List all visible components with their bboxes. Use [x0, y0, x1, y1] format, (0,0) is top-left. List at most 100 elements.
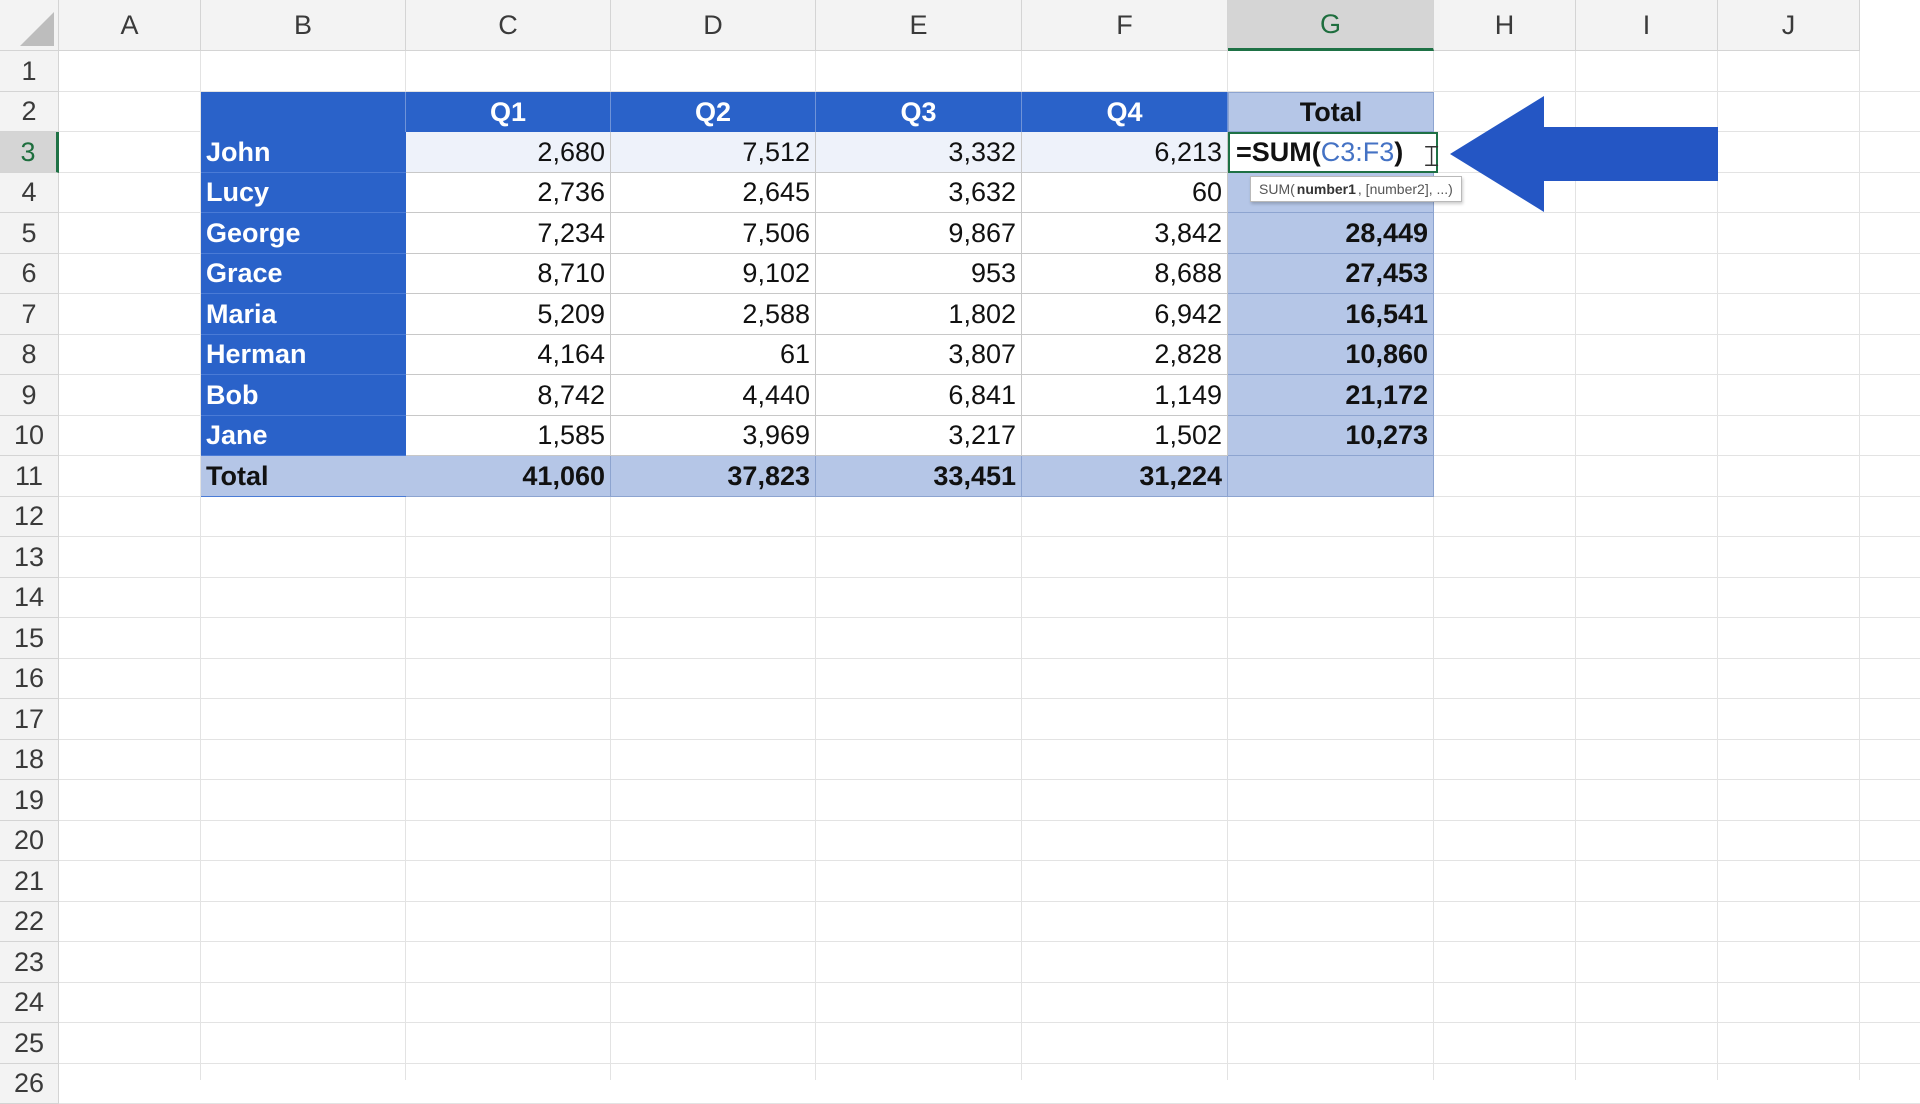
row-header-14[interactable]: 14	[0, 578, 59, 618]
table-value-cell[interactable]: 7,234	[406, 213, 611, 254]
table-value-cell[interactable]: 1,802	[816, 294, 1022, 335]
column-total-cell[interactable]: 33,451	[816, 456, 1022, 497]
row-header-19[interactable]: 19	[0, 780, 59, 821]
table-value-cell[interactable]: 6,213	[1022, 132, 1228, 173]
row-total-cell[interactable]: 10,273	[1228, 416, 1434, 456]
row-total-cell[interactable]: 10,860	[1228, 335, 1434, 375]
row-total-cell[interactable]: 21,172	[1228, 375, 1434, 416]
table-value-cell[interactable]: 3,632	[816, 173, 1022, 213]
column-header-e[interactable]: E	[816, 0, 1022, 51]
row-header-8[interactable]: 8	[0, 335, 59, 375]
row-header-2[interactable]: 2	[0, 92, 59, 132]
row-total-cell[interactable]: 28,449	[1228, 213, 1434, 254]
table-value-cell[interactable]: 3,217	[816, 416, 1022, 456]
row-header-12[interactable]: 12	[0, 497, 59, 537]
table-row-name[interactable]: Bob	[201, 375, 406, 416]
row-header-10[interactable]: 10	[0, 416, 59, 456]
table-header-cell[interactable]: Q2	[611, 92, 816, 132]
row-header-11[interactable]: 11	[0, 456, 59, 497]
column-header-b[interactable]: B	[201, 0, 406, 51]
table-value-cell[interactable]: 3,332	[816, 132, 1022, 173]
table-value-cell[interactable]: 953	[816, 254, 1022, 294]
row-header-26[interactable]: 26	[0, 1064, 59, 1104]
table-value-cell[interactable]: 5,209	[406, 294, 611, 335]
column-header-a[interactable]: A	[59, 0, 201, 51]
row-header-21[interactable]: 21	[0, 861, 59, 902]
table-value-cell[interactable]: 2,588	[611, 294, 816, 335]
row-header-22[interactable]: 22	[0, 902, 59, 942]
row-header-24[interactable]: 24	[0, 983, 59, 1023]
spreadsheet[interactable]: ABCDEFGHIJ 1 2 3 4 5 6 7 8 9 10 11 12 13 14 15 16 17 18 19…	[0, 0, 1920, 1104]
column-total-cell[interactable]: 37,823	[611, 456, 816, 497]
table-value-cell[interactable]: 4,164	[406, 335, 611, 375]
table-value-cell[interactable]: 1,502	[1022, 416, 1228, 456]
table-row-name[interactable]: Maria	[201, 294, 406, 335]
row-header-9[interactable]: 9	[0, 375, 59, 416]
table-value-cell[interactable]: 7,506	[611, 213, 816, 254]
row-header-4[interactable]: 4	[0, 173, 59, 213]
table-row-name[interactable]: Lucy	[201, 173, 406, 213]
table-header-cell[interactable]	[201, 92, 406, 132]
table-value-cell[interactable]: 8,742	[406, 375, 611, 416]
table-header-cell[interactable]: Q4	[1022, 92, 1228, 132]
table-value-cell[interactable]: 1,149	[1022, 375, 1228, 416]
column-header-c[interactable]: C	[406, 0, 611, 51]
formula-edit-cell-g3[interactable]: =SUM(C3:F3)	[1228, 132, 1438, 173]
table-value-cell[interactable]: 2,645	[611, 173, 816, 213]
select-all-corner[interactable]	[0, 0, 59, 51]
table-row-name[interactable]: George	[201, 213, 406, 254]
column-header-j[interactable]: J	[1718, 0, 1860, 51]
table-row-name[interactable]: Jane	[201, 416, 406, 456]
table-value-cell[interactable]: 2,828	[1022, 335, 1228, 375]
row-header-3[interactable]: 3	[0, 132, 59, 173]
table-value-cell[interactable]: 2,736	[406, 173, 611, 213]
row-header-18[interactable]: 18	[0, 740, 59, 780]
table-value-cell[interactable]: 8,710	[406, 254, 611, 294]
row-header-15[interactable]: 15	[0, 618, 59, 659]
row-header-17[interactable]: 17	[0, 699, 59, 740]
table-value-cell[interactable]: 2,680	[406, 132, 611, 173]
row-header-1[interactable]: 1	[0, 51, 59, 92]
column-total-cell[interactable]: 41,060	[406, 456, 611, 497]
table-value-cell[interactable]: 6,942	[1022, 294, 1228, 335]
table-value-cell[interactable]: 7,512	[611, 132, 816, 173]
row-header-13[interactable]: 13	[0, 537, 59, 578]
table-row-name[interactable]: John	[201, 132, 406, 173]
row-total-cell[interactable]: 16,541	[1228, 294, 1434, 335]
table-value-cell[interactable]: 1,585	[406, 416, 611, 456]
row-header-5[interactable]: 5	[0, 213, 59, 254]
column-header-i[interactable]: I	[1576, 0, 1718, 51]
function-argument-tooltip[interactable]: SUM(number1, [number2], ...)	[1250, 176, 1462, 202]
table-value-cell[interactable]: 60	[1022, 173, 1228, 213]
gridline-horizontal	[59, 739, 1920, 740]
row-header-6[interactable]: 6	[0, 254, 59, 294]
column-total-cell[interactable]: 31,224	[1022, 456, 1228, 497]
table-value-cell[interactable]: 3,807	[816, 335, 1022, 375]
table-value-cell[interactable]: 9,867	[816, 213, 1022, 254]
column-header-h[interactable]: H	[1434, 0, 1576, 51]
table-value-cell[interactable]: 6,841	[816, 375, 1022, 416]
gridline-horizontal	[59, 901, 1920, 902]
row-header-7[interactable]: 7	[0, 294, 59, 335]
table-value-cell[interactable]: 3,842	[1022, 213, 1228, 254]
table-value-cell[interactable]: 3,969	[611, 416, 816, 456]
table-header-cell[interactable]: Q3	[816, 92, 1022, 132]
row-header-16[interactable]: 16	[0, 659, 59, 699]
column-header-d[interactable]: D	[611, 0, 816, 51]
total-row-label[interactable]: Total	[201, 456, 406, 497]
table-header-cell[interactable]: Q1	[406, 92, 611, 132]
row-total-cell[interactable]: 27,453	[1228, 254, 1434, 294]
grand-total-cell[interactable]	[1228, 456, 1434, 497]
table-header-cell[interactable]: Total	[1228, 92, 1434, 132]
table-value-cell[interactable]: 4,440	[611, 375, 816, 416]
table-value-cell[interactable]: 61	[611, 335, 816, 375]
column-header-f[interactable]: F	[1022, 0, 1228, 51]
row-header-20[interactable]: 20	[0, 821, 59, 861]
column-header-g[interactable]: G	[1228, 0, 1434, 51]
table-row-name[interactable]: Herman	[201, 335, 406, 375]
table-row-name[interactable]: Grace	[201, 254, 406, 294]
row-header-23[interactable]: 23	[0, 942, 59, 983]
row-header-25[interactable]: 25	[0, 1023, 59, 1064]
table-value-cell[interactable]: 8,688	[1022, 254, 1228, 294]
table-value-cell[interactable]: 9,102	[611, 254, 816, 294]
